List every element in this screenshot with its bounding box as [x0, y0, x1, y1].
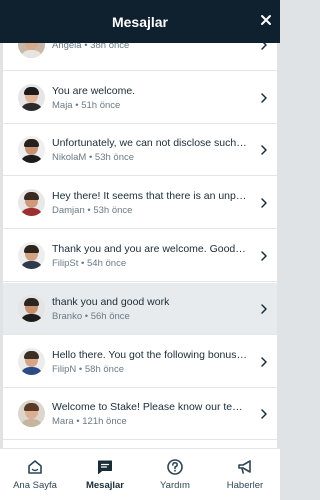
meta-separator: •: [73, 415, 83, 427]
message-row[interactable]: You are welcome. Maja • 51h önce: [3, 72, 277, 124]
message-age: 51h önce: [81, 99, 121, 111]
sender-name: NikolaM: [52, 151, 87, 163]
megaphone-icon: [238, 460, 251, 474]
message-age: 38h önce: [90, 43, 130, 51]
nav-messages[interactable]: Mesajlar: [70, 449, 140, 500]
message-preview: Thank you and you are welcome. Good lu..…: [52, 242, 248, 255]
message-row[interactable]: Hello there. You got the following bonus…: [3, 336, 277, 388]
message-texts: Unfortunately, we can not disclose such …: [52, 136, 248, 164]
sender-name: FilipN: [52, 363, 77, 375]
message-meta: FilipN • 58h önce: [52, 363, 248, 376]
chevron-right-icon: [261, 43, 267, 50]
avatar: [18, 43, 45, 58]
message-preview: You are welcome.: [52, 84, 136, 97]
message-age: 56h önce: [90, 310, 130, 322]
message-age: 53h önce: [93, 204, 133, 216]
chevron-right-icon: [261, 303, 267, 314]
message-meta: Branko • 56h önce: [52, 310, 248, 323]
bottom-nav: Ana Sayfa Mesajlar Yardım Haberler: [0, 448, 280, 500]
message-texts: Thank you and you are welcome. Good lu..…: [52, 242, 248, 270]
meta-separator: •: [72, 99, 82, 111]
sender-name: Maja: [52, 99, 73, 111]
nav-home[interactable]: Ana Sayfa: [0, 449, 70, 500]
nav-help[interactable]: Yardım: [140, 449, 210, 500]
nav-news-label: Haberler: [226, 480, 264, 491]
message-texts: Angela • 38h önce: [52, 43, 248, 52]
message-age: 121h önce: [82, 415, 127, 427]
sender-name: FilipSt: [52, 257, 79, 269]
meta-separator: •: [86, 151, 95, 163]
sender-name: Mara: [52, 415, 74, 427]
message-texts: Welcome to Stake! Please know our team .…: [52, 400, 248, 428]
message-preview: thank you and good work: [52, 295, 170, 308]
message-age: 54h önce: [87, 257, 127, 269]
sender-name: Angela: [52, 43, 82, 51]
chevron-right-icon: [261, 92, 267, 103]
help-icon: [167, 459, 183, 475]
message-preview: Hello there. You got the following bonus…: [52, 348, 248, 361]
message-meta: Mara • 121h önce: [52, 415, 248, 428]
meta-separator: •: [81, 43, 91, 51]
message-preview: Welcome to Stake! Please know our team .…: [52, 400, 248, 413]
avatar: [18, 189, 45, 216]
message-texts: thank you and good work Branko • 56h önce: [52, 295, 248, 323]
avatar: [18, 136, 45, 163]
chevron-right-icon: [261, 250, 267, 261]
message-row[interactable]: thank you and good work Branko • 56h önce: [3, 283, 277, 335]
header-bar: Mesajlar: [0, 0, 280, 43]
avatar: [18, 400, 45, 427]
message-preview: Unfortunately, we can not disclose such …: [52, 136, 248, 149]
message-meta: Angela • 38h önce: [52, 43, 248, 52]
nav-home-label: Ana Sayfa: [13, 480, 57, 491]
message-row[interactable]: Unfortunately, we can not disclose such …: [3, 124, 277, 176]
nav-help-label: Yardım: [160, 480, 190, 491]
message-list[interactable]: Angela • 38h önce You are welcome. Maja • …: [3, 43, 277, 448]
chevron-right-icon: [261, 356, 267, 367]
chevron-right-icon: [261, 408, 267, 419]
close-icon: [261, 15, 271, 25]
sender-name: Damjan: [52, 204, 85, 216]
sender-name: Branko: [52, 310, 83, 322]
nav-news[interactable]: Haberler: [210, 449, 280, 500]
home-icon: [28, 460, 42, 474]
meta-separator: •: [78, 257, 88, 269]
avatar: [18, 295, 45, 322]
chevron-right-icon: [261, 144, 267, 155]
message-texts: Hello there. You got the following bonus…: [52, 348, 248, 376]
message-row[interactable]: Hey there! It seems that there is an unp…: [3, 177, 277, 229]
chat-icon: [98, 460, 112, 474]
message-age: 58h önce: [84, 363, 124, 375]
message-texts: Hey there! It seems that there is an unp…: [52, 189, 248, 217]
message-meta: Maja • 51h önce: [52, 99, 248, 112]
avatar: [18, 242, 45, 269]
meta-separator: •: [82, 310, 91, 322]
nav-messages-label: Mesajlar: [85, 480, 125, 491]
avatar: [18, 84, 45, 111]
message-preview: Hey there! It seems that there is an unp…: [52, 189, 248, 202]
message-row[interactable]: Welcome to Stake! Please know our team .…: [3, 388, 277, 440]
message-row[interactable]: Thank you and you are welcome. Good lu..…: [3, 230, 277, 282]
message-row[interactable]: Angela • 38h önce: [3, 43, 277, 71]
message-meta: NikolaM • 53h önce: [52, 151, 248, 164]
avatar: [18, 348, 45, 375]
page-title: Mesajlar: [111, 13, 169, 30]
message-age: 53h önce: [94, 151, 135, 163]
message-meta: Damjan • 53h önce: [52, 204, 248, 217]
chevron-right-icon: [261, 197, 267, 208]
meta-separator: •: [76, 363, 85, 375]
message-meta: FilipSt • 54h önce: [52, 257, 248, 270]
message-texts: You are welcome. Maja • 51h önce: [52, 84, 248, 112]
close-button[interactable]: [258, 12, 274, 28]
